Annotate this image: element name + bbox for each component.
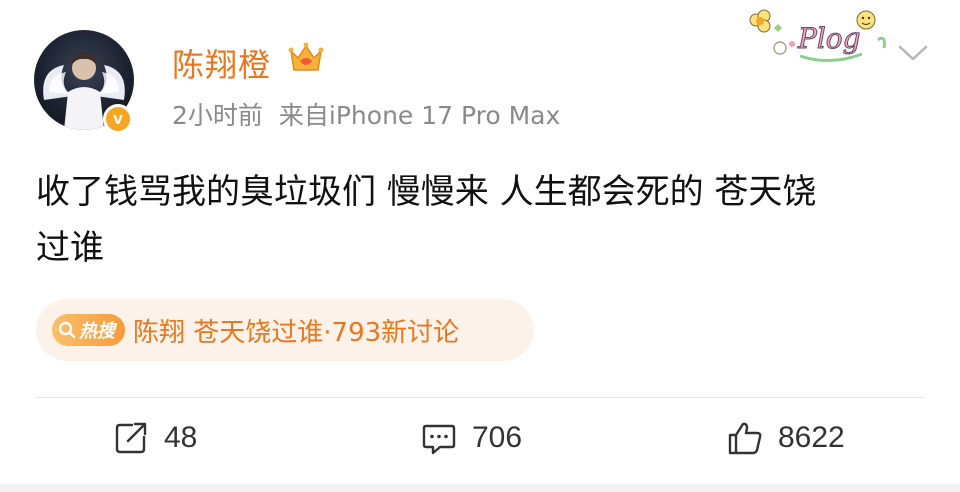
like-icon bbox=[728, 422, 762, 455]
post-meta: 2小时前 来自iPhone 17 Pro Max bbox=[172, 96, 560, 132]
repost-button[interactable]: 48 bbox=[112, 418, 197, 458]
bottom-separator bbox=[0, 484, 960, 492]
hot-search-tag: 热搜 bbox=[52, 314, 125, 346]
comment-count: 706 bbox=[472, 421, 523, 454]
like-button[interactable]: 8622 bbox=[726, 418, 845, 458]
crown-icon[interactable] bbox=[287, 41, 325, 75]
plog-text: Plog bbox=[797, 22, 861, 55]
post-content: 收了钱骂我的臭垃圾们 慢慢来 人生都会死的 苍天饶 过谁 bbox=[36, 164, 936, 276]
hot-search-text: 陈翔 苍天饶过谁·793新讨论 bbox=[133, 317, 460, 348]
flower-icon bbox=[749, 9, 771, 33]
post-content-line: 收了钱骂我的臭垃圾们 慢慢来 人生都会死的 苍天饶 bbox=[36, 172, 817, 212]
comment-button[interactable]: 706 bbox=[420, 418, 522, 458]
post-source: 来自iPhone 17 Pro Max bbox=[278, 101, 561, 130]
comment-icon bbox=[422, 424, 456, 455]
verified-badge: v bbox=[103, 104, 133, 134]
repost-count: 48 bbox=[164, 421, 198, 454]
chevron-down-icon[interactable] bbox=[896, 42, 930, 64]
hot-search-tag-label: 热搜 bbox=[79, 321, 115, 342]
like-count: 8622 bbox=[778, 421, 845, 454]
divider bbox=[36, 397, 924, 398]
hot-search-chip[interactable]: 热搜 陈翔 苍天饶过谁·793新讨论 bbox=[36, 299, 534, 361]
post-content-line: 过谁 bbox=[36, 228, 104, 268]
weibo-post: v 陈翔橙 2小时前 来自iPhone 17 Pro Max Plog 收了钱骂我… bbox=[0, 0, 960, 492]
plog-sticker: Plog bbox=[749, 9, 886, 63]
username[interactable]: 陈翔橙 bbox=[172, 40, 271, 86]
search-icon bbox=[58, 321, 76, 339]
post-time: 2小时前 bbox=[172, 101, 263, 130]
repost-icon bbox=[115, 422, 147, 454]
